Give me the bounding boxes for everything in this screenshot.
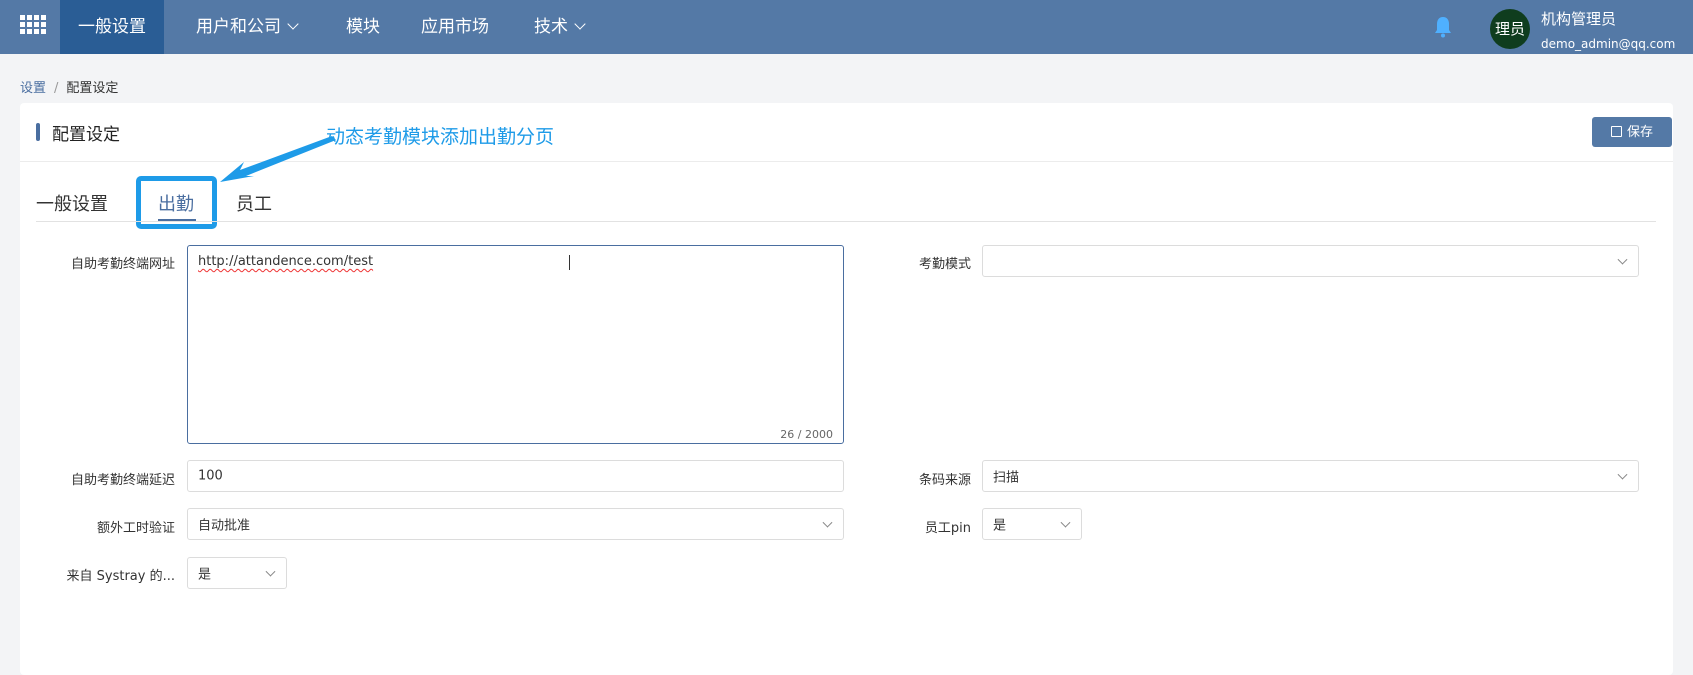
attendance-mode-label: 考勤模式 bbox=[918, 257, 971, 272]
tab-general-settings[interactable]: 一般设置 bbox=[36, 190, 108, 216]
systray-select[interactable]: 是 bbox=[187, 557, 287, 589]
breadcrumb: 设置 / 配置设定 bbox=[20, 77, 118, 96]
kiosk-delay-label: 自助考勤终端延迟 bbox=[70, 473, 175, 488]
text-cursor bbox=[569, 255, 570, 270]
chevron-down-icon bbox=[1617, 254, 1628, 265]
page-title: 配置设定 bbox=[52, 125, 120, 145]
top-navbar: 一般设置 用户和公司 模块 应用市场 技术 理员 机构管理员 demo_admi… bbox=[0, 0, 1693, 54]
kiosk-delay-input[interactable]: 100 bbox=[187, 460, 844, 492]
kiosk-delay-value: 100 bbox=[198, 468, 223, 484]
kiosk-url-label: 自助考勤终端网址 bbox=[70, 257, 175, 272]
chevron-down-icon bbox=[287, 18, 299, 30]
nav-item-users-companies[interactable]: 用户和公司 bbox=[196, 0, 299, 54]
save-button[interactable]: 保存 bbox=[1592, 117, 1672, 147]
avatar[interactable]: 理员 bbox=[1490, 9, 1530, 49]
barcode-source-value: 扫描 bbox=[993, 470, 1020, 486]
overtime-validation-select[interactable]: 自动批准 bbox=[187, 508, 844, 540]
breadcrumb-link-settings[interactable]: 设置 bbox=[20, 81, 46, 96]
save-button-label: 保存 bbox=[1626, 124, 1653, 139]
bell-icon[interactable] bbox=[1434, 16, 1452, 38]
chevron-down-icon bbox=[265, 566, 276, 577]
overtime-validation-label: 额外工时验证 bbox=[96, 521, 175, 536]
kiosk-url-value: http://attandence.com/test bbox=[198, 254, 374, 269]
user-name[interactable]: 机构管理员 bbox=[1541, 8, 1616, 29]
systray-label: 来自 Systray 的... bbox=[66, 569, 175, 584]
nav-item-label: 一般设置 bbox=[78, 17, 146, 37]
attendance-mode-select[interactable] bbox=[982, 245, 1639, 277]
chevron-down-icon bbox=[574, 18, 586, 30]
employee-pin-value: 是 bbox=[993, 518, 1007, 534]
nav-item-modules[interactable]: 模块 bbox=[346, 0, 380, 54]
apps-grid-icon[interactable] bbox=[20, 15, 46, 37]
employee-pin-select[interactable]: 是 bbox=[982, 508, 1082, 540]
user-email: demo_admin@qq.com bbox=[1541, 37, 1676, 51]
nav-item-general-settings[interactable]: 一般设置 bbox=[60, 0, 164, 54]
breadcrumb-separator: / bbox=[54, 81, 59, 96]
tab-employees[interactable]: 员工 bbox=[236, 190, 272, 216]
chevron-down-icon bbox=[1617, 469, 1628, 480]
nav-item-label: 技术 bbox=[534, 17, 568, 37]
kiosk-url-textarea[interactable]: http://attandence.com/test 26 / 2000 bbox=[187, 245, 844, 444]
overtime-validation-value: 自动批准 bbox=[198, 518, 251, 534]
barcode-source-select[interactable]: 扫描 bbox=[982, 460, 1639, 492]
char-counter: 26 / 2000 bbox=[780, 428, 833, 441]
annotation-text: 动态考勤模块添加出勤分页 bbox=[326, 126, 555, 148]
nav-item-technical[interactable]: 技术 bbox=[534, 0, 586, 54]
tabs-divider bbox=[36, 221, 1656, 222]
title-accent-bar bbox=[36, 123, 40, 141]
save-icon bbox=[1610, 126, 1622, 137]
nav-item-label: 应用市场 bbox=[421, 17, 489, 37]
nav-item-app-store[interactable]: 应用市场 bbox=[421, 0, 489, 54]
systray-value: 是 bbox=[198, 567, 212, 583]
nav-item-label: 用户和公司 bbox=[196, 17, 281, 37]
breadcrumb-current: 配置设定 bbox=[66, 81, 119, 96]
employee-pin-label: 员工pin bbox=[924, 521, 971, 536]
chevron-down-icon bbox=[1060, 517, 1071, 528]
chevron-down-icon bbox=[822, 517, 833, 528]
barcode-source-label: 条码来源 bbox=[918, 473, 971, 488]
nav-item-label: 模块 bbox=[346, 17, 380, 37]
annotation-arrow-icon bbox=[220, 136, 336, 182]
